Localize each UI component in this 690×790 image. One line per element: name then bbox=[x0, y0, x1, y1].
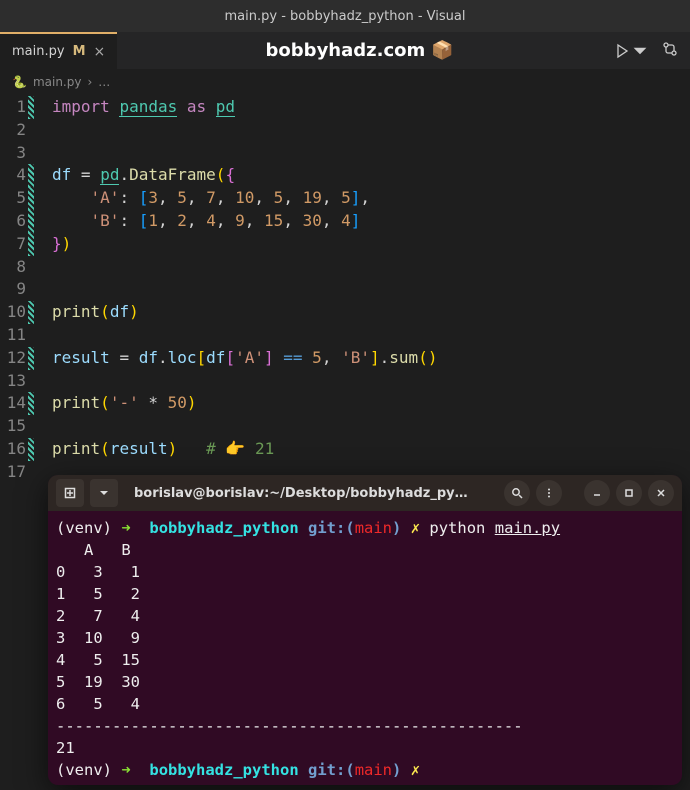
code-line: print(result) # 👉️ 21 bbox=[52, 438, 690, 461]
breadcrumb-separator: › bbox=[87, 75, 92, 89]
tabs-left: main.py M × bbox=[0, 32, 117, 69]
code-line: print('-' * 50) bbox=[52, 392, 690, 415]
terminal-window: borislav@borislav:~/Desktop/bobbyhadz_py… bbox=[48, 475, 682, 785]
code-content[interactable]: import pandas as pd df = pd.DataFrame({ … bbox=[34, 96, 690, 484]
code-line: 'A': [3, 5, 7, 10, 5, 19, 5], bbox=[52, 187, 690, 210]
breadcrumb-file: main.py bbox=[33, 75, 82, 89]
close-icon[interactable]: × bbox=[94, 44, 106, 60]
minimize-button[interactable] bbox=[584, 480, 610, 506]
term-out: 5 19 30 bbox=[56, 673, 140, 691]
window-title: main.py - bobbyhadz_python - Visual bbox=[225, 9, 466, 24]
tab-main-py[interactable]: main.py M × bbox=[0, 32, 117, 69]
term-out: 6 5 4 bbox=[56, 695, 140, 713]
term-out: A B bbox=[56, 541, 131, 559]
search-icon[interactable] bbox=[504, 480, 530, 506]
prompt-venv: (venv) bbox=[56, 761, 112, 779]
term-out: 21 bbox=[56, 739, 75, 757]
code-line: print(df) bbox=[52, 301, 690, 324]
tab-modified-indicator: M bbox=[73, 44, 86, 59]
header-center: bobbyhadz.com 📦 bbox=[117, 32, 602, 69]
editor-tabbar: main.py M × bobbyhadz.com 📦 bbox=[0, 32, 690, 70]
close-button[interactable] bbox=[648, 480, 674, 506]
term-out: 0 3 1 bbox=[56, 563, 140, 581]
prompt-arrow: ➜ bbox=[121, 761, 130, 779]
new-tab-button[interactable] bbox=[56, 479, 84, 507]
code-editor[interactable]: 1234 5678 9101112 13141516 17 import pan… bbox=[0, 94, 690, 484]
term-out: 2 7 4 bbox=[56, 607, 140, 625]
dropdown-button[interactable] bbox=[90, 479, 118, 507]
code-line: df = pd.DataFrame({ bbox=[52, 164, 690, 187]
prompt-dirty: ✗ bbox=[411, 761, 420, 779]
line-gutter: 1234 5678 9101112 13141516 17 bbox=[0, 96, 28, 484]
terminal-body[interactable]: (venv) ➜ bobbyhadz_python git:(main) ✗ p… bbox=[48, 511, 682, 785]
term-out: 1 5 2 bbox=[56, 585, 140, 603]
terminal-title: borislav@borislav:~/Desktop/bobbyhadz_py… bbox=[124, 486, 498, 501]
prompt-dir: bobbyhadz_python bbox=[149, 761, 298, 779]
tab-filename: main.py bbox=[12, 44, 65, 59]
package-icon: 📦 bbox=[431, 40, 453, 61]
code-line: import pandas as pd bbox=[52, 96, 690, 119]
prompt-git: git:( bbox=[308, 519, 355, 537]
prompt-dirty: ✗ bbox=[411, 519, 420, 537]
site-title: bobbyhadz.com bbox=[266, 40, 426, 61]
tabs-right-actions bbox=[602, 32, 690, 69]
code-line: 'B': [1, 2, 4, 9, 15, 30, 4] bbox=[52, 210, 690, 233]
breadcrumb-more: … bbox=[98, 75, 110, 89]
terminal-titlebar[interactable]: borislav@borislav:~/Desktop/bobbyhadz_py… bbox=[48, 475, 682, 511]
prompt-venv: (venv) bbox=[56, 519, 112, 537]
menu-icon[interactable] bbox=[536, 480, 562, 506]
run-icon[interactable] bbox=[614, 43, 648, 59]
code-line: result = df.loc[df['A'] == 5, 'B'].sum() bbox=[52, 347, 690, 370]
term-out: 3 10 9 bbox=[56, 629, 140, 647]
breadcrumb[interactable]: 🐍 main.py › … bbox=[0, 70, 690, 94]
term-out: ----------------------------------------… bbox=[56, 717, 523, 735]
window-titlebar: main.py - bobbyhadz_python - Visual bbox=[0, 0, 690, 32]
prompt-dir: bobbyhadz_python bbox=[149, 519, 298, 537]
prompt-gitclose: ) bbox=[392, 519, 401, 537]
prompt-cmd: python bbox=[429, 519, 485, 537]
prompt-gitclose: ) bbox=[392, 761, 401, 779]
prompt-branch: main bbox=[355, 519, 392, 537]
git-compare-icon[interactable] bbox=[662, 41, 678, 61]
python-file-icon: 🐍 bbox=[12, 75, 27, 89]
prompt-git: git:( bbox=[308, 761, 355, 779]
prompt-file: main.py bbox=[495, 519, 560, 537]
code-line: }) bbox=[52, 233, 690, 256]
maximize-button[interactable] bbox=[616, 480, 642, 506]
prompt-arrow: ➜ bbox=[121, 519, 130, 537]
term-out: 4 5 15 bbox=[56, 651, 140, 669]
prompt-branch: main bbox=[355, 761, 392, 779]
